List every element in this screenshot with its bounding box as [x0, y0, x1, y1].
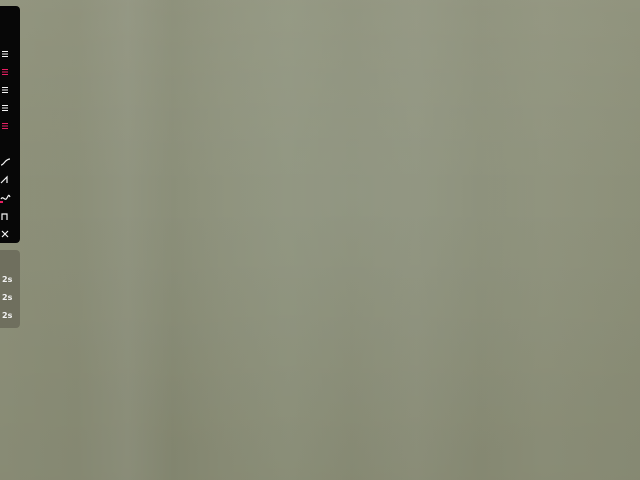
duration-panel: 2s 2s 2s	[0, 250, 20, 328]
duration-option-1[interactable]: 2s	[2, 274, 16, 286]
list-item-2-icon[interactable]	[0, 66, 12, 78]
curve-linear-icon[interactable]	[0, 174, 12, 186]
curve-step-icon[interactable]	[0, 210, 12, 222]
curve-ease-icon[interactable]	[0, 156, 12, 168]
list-item-3-icon[interactable]	[0, 84, 12, 96]
duration-option-3[interactable]: 2s	[2, 310, 16, 322]
background-wall	[0, 0, 640, 480]
list-item-1-icon[interactable]	[0, 48, 12, 60]
duration-option-2[interactable]: 2s	[2, 292, 16, 304]
curve-wave-icon[interactable]	[0, 192, 12, 204]
close-icon[interactable]	[0, 228, 12, 240]
list-item-5-icon[interactable]	[0, 120, 12, 132]
list-item-4-icon[interactable]	[0, 102, 12, 114]
toolbar-panel-dark	[0, 6, 20, 243]
